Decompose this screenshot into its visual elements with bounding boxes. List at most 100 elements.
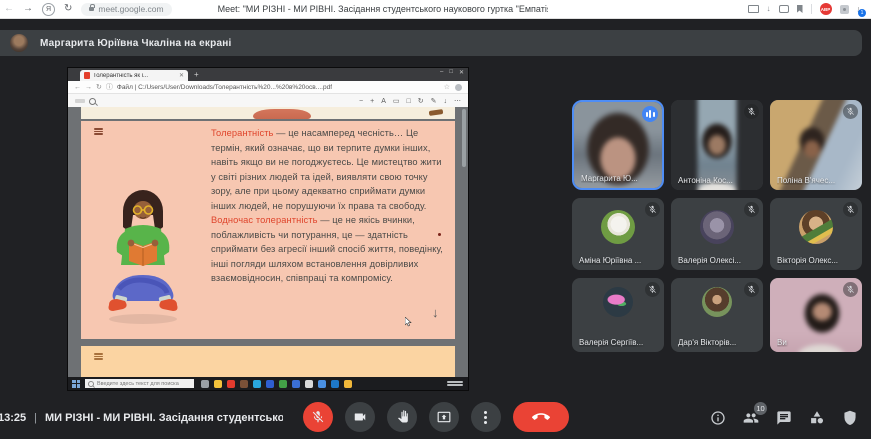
participant-tile[interactable]: Валерія Олексі...	[671, 198, 763, 270]
draw-icon[interactable]: ✎	[431, 97, 437, 105]
downloads-icon[interactable]: ↓ 1	[857, 4, 866, 17]
url-text: meet.google.com	[98, 4, 164, 14]
cast-icon[interactable]	[747, 5, 759, 13]
participant-avatar	[603, 287, 633, 317]
toolbar-divider	[810, 4, 812, 14]
forward-icon[interactable]: →	[23, 4, 33, 14]
download-arrow-icon[interactable]: ↓	[767, 5, 771, 13]
more-icon[interactable]: ⋯	[454, 97, 461, 105]
participant-avatar	[601, 210, 635, 244]
save-icon[interactable]: ↓	[444, 98, 448, 105]
downloads-badge: 1	[858, 9, 866, 17]
call-controls	[302, 402, 569, 432]
participant-tile[interactable]: Поліна В'ячес...	[770, 100, 862, 190]
extension-icon[interactable]	[839, 4, 849, 14]
chat-icon	[777, 411, 791, 425]
browser-red-icon[interactable]	[227, 379, 235, 388]
activities-icon	[811, 411, 824, 424]
participant-tile[interactable]: Валерія Сергіїв...	[572, 278, 664, 352]
mic-off-icon	[645, 282, 660, 297]
zoom-in-icon[interactable]: +	[370, 98, 374, 105]
pdf-scrollbar[interactable]	[462, 109, 466, 167]
start-button-icon[interactable]	[72, 379, 80, 388]
host-controls-button[interactable]	[842, 410, 858, 426]
edge-reload-icon[interactable]: ↻	[96, 83, 102, 91]
app-light-icon[interactable]	[305, 379, 313, 388]
pdf-file-icon	[84, 72, 90, 79]
present-button[interactable]	[428, 402, 459, 432]
app-green-icon[interactable]	[279, 379, 287, 388]
slide-paragraph: Толерантність — це насамперед чесність… …	[211, 126, 444, 286]
read-aloud-icon[interactable]: A	[381, 98, 386, 105]
reload-icon[interactable]: ↻	[64, 4, 72, 14]
meeting-panels: 10	[710, 402, 858, 426]
bookmark-icon[interactable]	[796, 5, 803, 13]
page-info-icon[interactable]: ⓘ	[106, 82, 113, 92]
pdf-tab[interactable]: Толерантність як і... ✕	[80, 70, 188, 81]
pdf-content[interactable]: Толерантність — це насамперед чесність… …	[68, 107, 468, 377]
participants-button[interactable]: 10	[743, 402, 767, 426]
participant-name: Антоніна Кос...	[678, 176, 733, 185]
rotate-icon[interactable]: ↻	[418, 97, 424, 105]
lock-icon	[89, 4, 95, 11]
chat-button[interactable]	[776, 410, 792, 426]
raise-hand-button[interactable]	[386, 402, 417, 432]
close-icon[interactable]: ✕	[459, 69, 464, 76]
participant-count-badge: 10	[754, 402, 767, 415]
activities-button[interactable]	[809, 410, 825, 426]
participant-tile[interactable]: Маргарита Ю...	[572, 100, 664, 190]
edge-forward-icon[interactable]: →	[85, 84, 92, 91]
mic-off-icon	[645, 202, 660, 217]
edge-blue-icon[interactable]	[331, 379, 339, 388]
adblock-badge[interactable]: ABP	[819, 3, 832, 15]
pdf-search-icon[interactable]	[89, 97, 96, 105]
pdf-toolbar-actions: − + A ▭ □ ↻ ✎ ↓ ⋯	[359, 97, 461, 106]
word-blue-icon[interactable]	[266, 379, 274, 388]
app-blue-icon[interactable]	[292, 379, 300, 388]
address-bar[interactable]: meet.google.com	[81, 2, 172, 16]
participant-name: Валерія Сергіїв...	[579, 338, 644, 347]
meet-bottom-bar: 13:25 | МИ РІЗНІ - МИ РІВНІ. Засідання с…	[0, 395, 871, 439]
more-options-button[interactable]	[470, 402, 501, 432]
maximize-icon[interactable]: □	[449, 69, 453, 76]
task-view-icon[interactable]	[201, 379, 209, 388]
app-yellow-icon[interactable]	[344, 379, 352, 388]
back-icon[interactable]: ←	[4, 4, 14, 14]
profile-icon[interactable]	[455, 83, 462, 91]
slide-text-run: — це насамперед чесність… Це термін, яки…	[211, 128, 442, 211]
meeting-details-button[interactable]	[710, 410, 726, 426]
new-tab-icon[interactable]: +	[194, 70, 199, 79]
tab-close-icon[interactable]: ✕	[179, 72, 184, 79]
favorite-star-icon[interactable]: ☆	[444, 83, 450, 91]
chat-extension-icon[interactable]	[778, 5, 789, 13]
end-call-button[interactable]	[512, 402, 569, 432]
camera-button[interactable]	[344, 402, 375, 432]
yandex-icon[interactable]: Я	[42, 2, 55, 16]
participant-tile[interactable]: Вікторія Олекс...	[770, 198, 862, 270]
telegram-icon[interactable]	[253, 379, 261, 388]
end-call-icon	[531, 413, 550, 420]
edge-address-bar[interactable]: ← → ↻ ⓘ Файл | C:/Users/User/Downloads/Т…	[68, 81, 468, 94]
mic-off-icon	[843, 104, 858, 119]
shared-screen-window[interactable]: Толерантність як і... ✕ + – □ ✕ ← → ↻ ⓘ …	[68, 68, 468, 390]
page-view-icon[interactable]: □	[407, 98, 411, 105]
fit-page-icon[interactable]: ▭	[393, 97, 400, 105]
mic-off-icon	[843, 282, 858, 297]
zoom-out-icon[interactable]: −	[359, 98, 363, 105]
minimize-icon[interactable]: –	[440, 69, 443, 76]
jug-illustration	[253, 109, 311, 119]
edge-back-icon[interactable]: ←	[74, 84, 81, 91]
taskbar-search-input[interactable]: Введите здесь текст для поиска	[85, 379, 194, 388]
file-explorer-icon[interactable]	[214, 379, 222, 388]
participant-tile[interactable]: Антоніна Кос...	[671, 100, 763, 190]
participant-tile[interactable]: Аміна Юріївна ...	[572, 198, 664, 270]
photos-brown-icon[interactable]	[240, 379, 248, 388]
page-number-indicator	[75, 99, 85, 103]
presenter-avatar	[10, 34, 28, 52]
mic-mute-button[interactable]	[302, 402, 333, 432]
participant-name: Вікторія Олекс...	[777, 256, 839, 265]
slide-text-run: — це не якісь вчинки, поблажливість чи п…	[211, 215, 443, 283]
skype-blue-icon[interactable]	[318, 379, 326, 388]
participant-tile[interactable]: Дар'я Вікторів...	[671, 278, 763, 352]
participant-tile-self[interactable]: Ви	[770, 278, 862, 352]
